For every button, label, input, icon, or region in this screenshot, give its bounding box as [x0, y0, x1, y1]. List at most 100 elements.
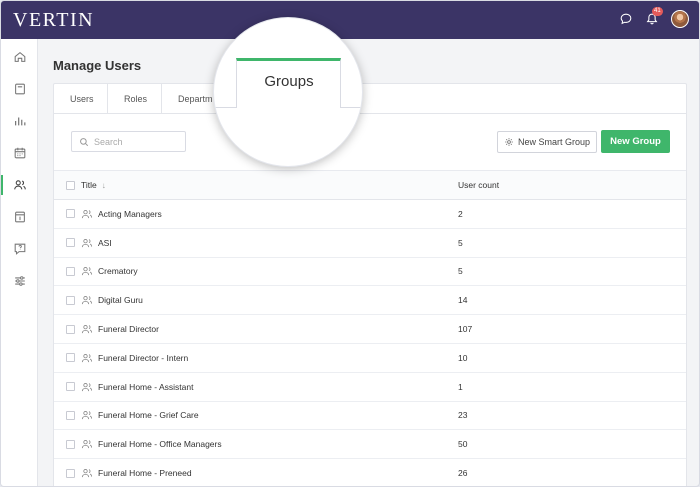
new-smart-group-label: New Smart Group	[517, 137, 591, 147]
row-title: Crematory	[98, 266, 138, 277]
home-icon	[14, 51, 25, 62]
search-box[interactable]	[71, 131, 186, 152]
table-row[interactable]: ASI 5	[54, 229, 686, 258]
table-row[interactable]: Digital Guru 14	[54, 286, 686, 316]
row-user-count: 107	[458, 324, 473, 335]
row-title: Funeral Director - Intern	[98, 352, 189, 363]
tab-roles[interactable]: Roles	[108, 84, 162, 113]
row-title-cell[interactable]: Digital Guru	[81, 295, 143, 305]
row-user-count: 50	[458, 439, 468, 450]
row-title-cell[interactable]: Funeral Home - Grief Care	[81, 410, 199, 420]
table-row[interactable]: Funeral Home - Grief Care 23	[54, 402, 686, 431]
calendar-icon	[14, 147, 25, 159]
row-title: Acting Managers	[98, 208, 162, 219]
app-window: VERTIN 41 Manage Users Users Roles Depar…	[0, 0, 700, 487]
row-checkbox[interactable]	[66, 209, 75, 219]
table-row[interactable]: Funeral Home - Preneed 26	[54, 459, 686, 486]
row-title-cell[interactable]: Funeral Home - Office Managers	[81, 439, 222, 449]
row-title-cell[interactable]: Funeral Home - Preneed	[81, 468, 192, 478]
group-icon	[81, 296, 93, 305]
top-bar-actions: 41	[619, 7, 689, 28]
page-title: Manage Users	[53, 58, 142, 73]
notification-badge: 41	[652, 7, 663, 16]
new-smart-group-button[interactable]: New Smart Group	[497, 131, 597, 153]
bar-chart-icon	[14, 117, 25, 126]
row-title-cell[interactable]: Crematory	[81, 266, 138, 276]
search-input[interactable]	[94, 136, 174, 147]
group-icon	[81, 353, 93, 363]
calendar-day-icon	[14, 211, 25, 223]
sidebar-item-library[interactable]	[1, 75, 38, 103]
table-row[interactable]: Funeral Home - Assistant 1	[54, 373, 686, 402]
table-body: Acting Managers 2 ASI 5 Crematory 5 Digital Gu…	[54, 200, 686, 486]
table-row[interactable]: Crematory 5	[54, 258, 686, 287]
sidebar-item-reports[interactable]	[1, 107, 38, 135]
brand-logo[interactable]: VERTIN	[13, 9, 94, 32]
sidebar-item-calendar[interactable]	[1, 139, 38, 167]
sidebar-item-schedule[interactable]	[1, 203, 38, 231]
sidebar-item-users[interactable]	[1, 171, 38, 199]
group-icon	[81, 411, 93, 420]
magnifier-tab-cover	[237, 106, 340, 109]
header-user-count[interactable]: User count	[458, 180, 499, 190]
header-title-label: Title	[81, 180, 97, 190]
sidebar-item-settings[interactable]	[1, 267, 38, 295]
row-checkbox[interactable]	[66, 382, 75, 392]
user-avatar[interactable]	[671, 10, 689, 28]
row-title-cell[interactable]: Funeral Director	[81, 324, 159, 334]
group-icon	[81, 382, 93, 391]
group-icon	[81, 440, 93, 449]
row-user-count: 14	[458, 295, 468, 306]
row-checkbox[interactable]	[66, 266, 75, 276]
row-user-count: 26	[458, 468, 468, 479]
new-group-button[interactable]: New Group	[601, 130, 670, 153]
row-user-count: 5	[458, 237, 463, 248]
groups-table: Title ↓ User count Acting Managers 2 ASI 5 C…	[54, 170, 686, 486]
row-checkbox[interactable]	[66, 468, 75, 478]
row-title: Funeral Home - Preneed	[98, 468, 192, 479]
group-icon	[81, 325, 93, 334]
table-header: Title ↓ User count	[54, 170, 686, 200]
row-title-cell[interactable]: Funeral Home - Assistant	[81, 382, 193, 392]
row-title: Funeral Director	[98, 324, 159, 335]
table-row[interactable]: Funeral Director 107	[54, 315, 686, 344]
select-all-checkbox[interactable]	[66, 180, 75, 190]
users-icon	[13, 180, 26, 190]
magnifier-callout: Groups	[213, 17, 363, 167]
row-title-cell[interactable]: ASI	[81, 238, 112, 248]
row-title-cell[interactable]: Funeral Director - Intern	[81, 353, 188, 363]
row-checkbox[interactable]	[66, 353, 75, 363]
row-checkbox[interactable]	[66, 439, 75, 449]
table-row[interactable]: Funeral Home - Office Managers 50	[54, 430, 686, 460]
header-title[interactable]: Title ↓	[81, 180, 106, 190]
group-icon	[81, 209, 93, 219]
groups-card: Users Roles Departm New Smart Group New …	[53, 83, 687, 486]
tab-users[interactable]: Users	[54, 84, 108, 113]
row-user-count: 10	[458, 352, 468, 363]
table-row[interactable]: Funeral Director - Intern 10	[54, 344, 686, 373]
notifications-button[interactable]: 41	[645, 7, 663, 26]
row-title: Funeral Home - Office Managers	[98, 439, 222, 450]
row-checkbox[interactable]	[66, 295, 75, 305]
tab-groups-label: Groups	[264, 73, 314, 90]
sidebar	[1, 39, 38, 486]
row-title-cell[interactable]: Acting Managers	[81, 209, 162, 219]
sidebar-item-help[interactable]	[1, 235, 38, 263]
row-checkbox[interactable]	[66, 324, 75, 334]
book-icon	[14, 83, 25, 95]
group-icon	[81, 238, 93, 247]
table-row[interactable]: Acting Managers 2	[54, 200, 686, 229]
gear-icon	[505, 138, 513, 146]
tab-bar: Users Roles Departm	[54, 84, 686, 114]
row-title: Funeral Home - Assistant	[98, 381, 194, 392]
sort-down-icon: ↓	[101, 180, 106, 190]
row-title: ASI	[98, 237, 112, 248]
row-title: Funeral Home - Grief Care	[98, 410, 199, 421]
group-icon	[81, 267, 93, 276]
row-user-count: 23	[458, 410, 468, 421]
row-checkbox[interactable]	[66, 410, 75, 420]
row-checkbox[interactable]	[66, 238, 75, 248]
chat-icon[interactable]	[619, 12, 633, 26]
row-title: Digital Guru	[98, 295, 143, 306]
sidebar-item-home[interactable]	[1, 43, 38, 71]
